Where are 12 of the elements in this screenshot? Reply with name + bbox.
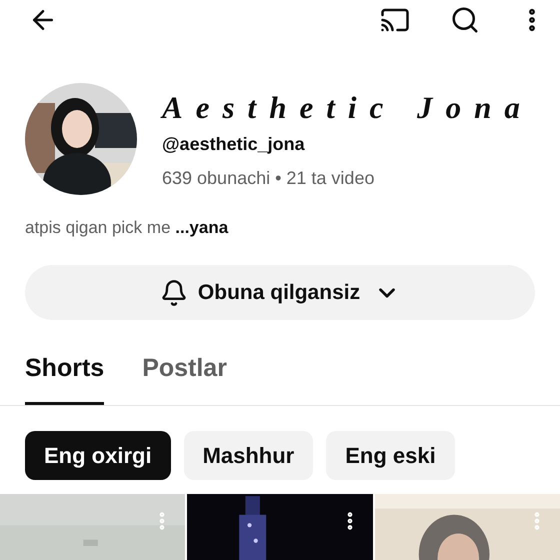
channel-bio: atpis qigan pick me ...yana [24, 217, 230, 239]
channel-name: Aesthetic Jona [162, 89, 533, 127]
filter-chip[interactable]: Eng eski [326, 430, 455, 480]
search-icon[interactable] [450, 5, 480, 35]
filter-chip[interactable]: Mashhur [184, 430, 314, 480]
channel-stats: 639 obunachi • 21 ta video [162, 167, 376, 190]
subscribed-button[interactable]: Obuna qilgansiz [25, 265, 535, 320]
tab[interactable]: Postlar [142, 350, 227, 404]
filter-chip[interactable]: Eng oxirgi [25, 430, 171, 480]
tab[interactable]: Shorts [25, 350, 104, 404]
channel-handle: @aesthetic_jona [162, 133, 306, 156]
bell-icon [160, 278, 188, 306]
